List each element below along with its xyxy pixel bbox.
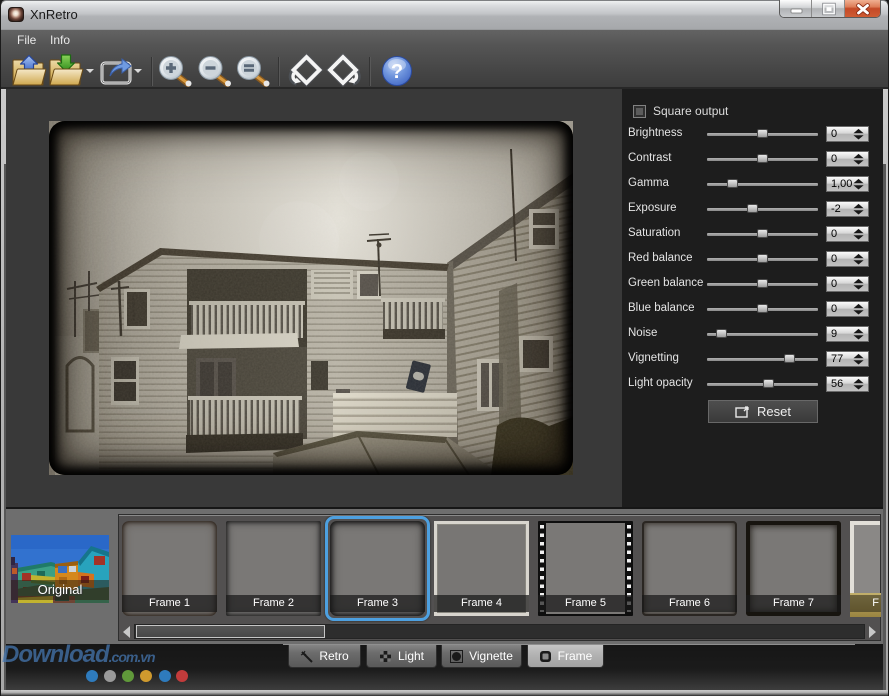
svg-text:?: ? [391,61,403,83]
